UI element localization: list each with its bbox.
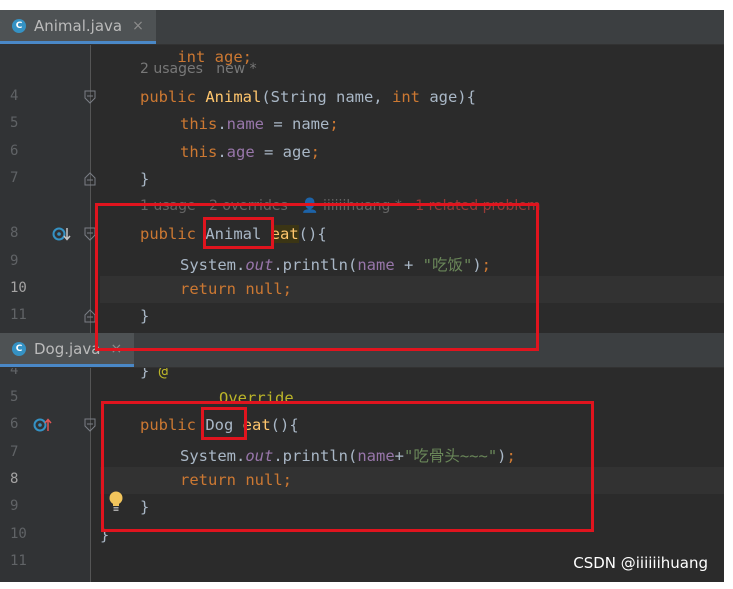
tab-label: Dog.java: [34, 339, 101, 358]
java-class-icon: C: [12, 341, 26, 356]
line-number: 5: [10, 115, 19, 131]
line-number: 7: [10, 444, 19, 460]
fold-end-icon[interactable]: [84, 172, 96, 186]
overridden-method-icon[interactable]: [52, 225, 72, 243]
line-number: 10: [10, 526, 27, 542]
line-number: 7: [10, 170, 19, 186]
code-line: this.name = name;: [180, 115, 339, 133]
line-number: 5: [10, 389, 19, 405]
line-number: 11: [10, 553, 27, 569]
fold-icon[interactable]: [84, 90, 96, 104]
highlight-box-dog-method: [101, 401, 594, 532]
gutter-divider: [90, 45, 91, 333]
line-number: 9: [10, 498, 19, 514]
code-line-constructor: public Animal(String name, int age){: [140, 88, 476, 106]
gutter-divider: [90, 368, 91, 582]
close-icon[interactable]: ×: [132, 18, 144, 34]
usages-hint[interactable]: 2 usages new *: [140, 61, 257, 77]
fold-icon[interactable]: [84, 418, 96, 432]
java-class-icon: C: [12, 18, 26, 33]
line-number: 8: [10, 471, 19, 487]
line-number: 8: [10, 225, 19, 241]
line-number: 11: [10, 307, 27, 323]
line-number: 9: [10, 253, 19, 269]
line-number: 10: [10, 280, 27, 296]
overriding-method-icon[interactable]: [33, 416, 53, 434]
line-number: 4: [10, 88, 19, 104]
code-line: }: [140, 170, 150, 188]
editor-tabbar-animal: C Animal.java ×: [0, 10, 724, 45]
highlight-box-animal-return-type: [203, 217, 274, 249]
highlight-box-dog-return-type: [201, 407, 247, 440]
tab-label: Animal.java: [34, 16, 123, 35]
line-number: 6: [10, 416, 19, 432]
highlight-box-animal-method: [95, 203, 539, 351]
code-line: this.age = age;: [180, 143, 321, 161]
line-number: 6: [10, 143, 19, 159]
tab-animal-java[interactable]: C Animal.java ×: [0, 10, 156, 44]
watermark: CSDN @iiiiiihuang: [573, 554, 708, 572]
